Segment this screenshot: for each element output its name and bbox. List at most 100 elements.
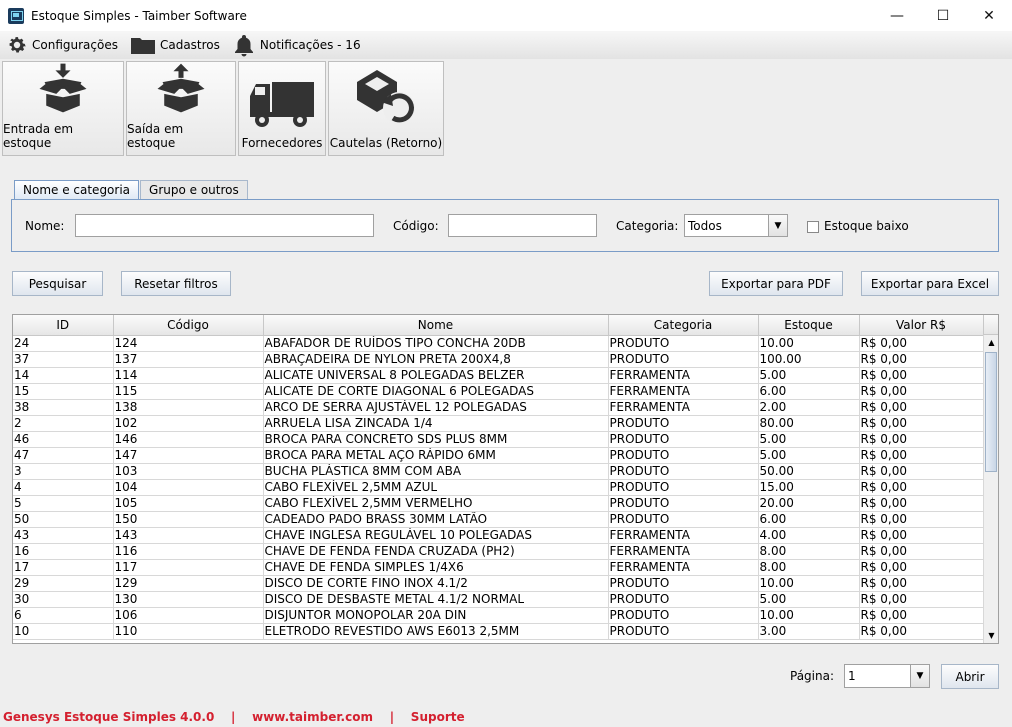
table-row[interactable]: 2 102 ARRUELA LISA ZINCADA 1/4 PRODUTO 80.00… [13, 415, 984, 432]
column-header-id[interactable]: ID [13, 315, 114, 336]
products-table: ID Código Nome Categoria Estoque Valor R… [12, 314, 999, 644]
categoria-select[interactable]: Todos ▼ [684, 214, 788, 237]
nome-input[interactable] [75, 214, 374, 237]
pesquisar-button[interactable]: Pesquisar [12, 271, 103, 296]
table-row[interactable]: 17 117 CHAVE DE FENDA SIMPLES 1/4X6 FERRAME… [13, 559, 984, 576]
cell-estoque: 8.00 [758, 543, 860, 560]
cell-valor: R$ 0,00 [859, 463, 984, 480]
table-row[interactable]: 30 130 DISCO DE DESBASTE METAL 4.1/2 NORMA… [13, 591, 984, 608]
cell-nome: CADEADO PADO BRASS 30MM LATÃO [263, 511, 609, 528]
table-row[interactable]: 10 110 ELETRODO REVESTIDO AWS E6013 2,5MM P… [13, 623, 984, 640]
cell-categoria: PRODUTO [608, 447, 759, 464]
cell-categoria: PRODUTO [608, 607, 759, 624]
cell-estoque: 6.00 [758, 511, 860, 528]
codigo-label: Código: [393, 219, 439, 233]
box-out-icon [157, 63, 205, 113]
cell-id: 2 [13, 415, 114, 432]
abrir-button[interactable]: Abrir [941, 664, 999, 689]
cell-estoque: 5.00 [758, 431, 860, 448]
cell-categoria: FERRAMENTA [608, 383, 759, 400]
cell-id: 5 [13, 495, 114, 512]
table-row[interactable]: 24 124 ABAFADOR DE RUÍDOS TIPO CONCHA 20DB… [13, 335, 984, 352]
entrada-estoque-button[interactable]: Entrada em estoque [2, 61, 124, 156]
cell-id: 14 [13, 367, 114, 384]
cell-nome: ABAFADOR DE RUÍDOS TIPO CONCHA 20DB [263, 335, 609, 352]
cell-id: 24 [13, 335, 114, 352]
table-row[interactable]: 46 146 BROCA PARA CONCRETO SDS PLUS 8MM PRO… [13, 431, 984, 448]
table-row[interactable]: 50 150 CADEADO PADO BRASS 30MM LATÃO PRODUT… [13, 511, 984, 528]
exportar-pdf-button[interactable]: Exportar para PDF [709, 271, 843, 296]
scroll-up-icon[interactable]: ▲ [984, 335, 998, 350]
column-header-valor[interactable]: Valor R$ [859, 315, 984, 336]
cell-id: 16 [13, 543, 114, 560]
scrollbar-thumb[interactable] [985, 352, 997, 472]
table-row[interactable]: 14 114 ALICATE UNIVERSAL 8 POLEGADAS BELZE… [13, 367, 984, 384]
cell-valor: R$ 0,00 [859, 591, 984, 608]
cell-categoria: PRODUTO [608, 575, 759, 592]
cell-nome: DISCO DE CORTE FINO INOX 4.1/2 [263, 575, 609, 592]
saida-estoque-button[interactable]: Saída em estoque [126, 61, 236, 156]
cell-valor: R$ 0,00 [859, 383, 984, 400]
menu-cadastros[interactable]: Cadastros [130, 35, 220, 55]
chevron-down-icon[interactable]: ▼ [910, 665, 929, 687]
menu-configuracoes[interactable]: Configurações [6, 34, 118, 56]
exportar-excel-button[interactable]: Exportar para Excel [861, 271, 999, 296]
cell-estoque: 20.00 [758, 495, 860, 512]
cell-nome: ALICATE UNIVERSAL 8 POLEGADAS BELZER [263, 367, 609, 384]
filter-panel: Nome: Código: Categoria: Todos ▼ Estoque… [11, 199, 999, 252]
tab-nome-categoria[interactable]: Nome e categoria [14, 180, 140, 199]
codigo-input[interactable] [448, 214, 597, 237]
estoque-baixo-checkbox[interactable] [807, 221, 819, 233]
cell-id: 46 [13, 431, 114, 448]
column-header-codigo[interactable]: Código [113, 315, 264, 336]
cell-valor: R$ 0,00 [859, 431, 984, 448]
table-row[interactable]: 37 137 ABRAÇADEIRA DE NYLON PRETA 200X4,8 P… [13, 351, 984, 368]
filter-tabs: Nome e categoria Grupo e outros [14, 180, 249, 199]
maximize-button[interactable]: ☐ [920, 0, 966, 31]
cell-estoque: 50.00 [758, 463, 860, 480]
table-vertical-scrollbar[interactable]: ▲ ▼ [983, 335, 998, 643]
pagina-select[interactable]: 1 ▼ [844, 664, 930, 688]
cell-estoque: 10.00 [758, 607, 860, 624]
close-button[interactable]: ✕ [966, 0, 1012, 31]
fornecedores-button[interactable]: Fornecedores [238, 61, 326, 156]
minimize-button[interactable]: — [874, 0, 920, 31]
cell-estoque: 80.00 [758, 415, 860, 432]
table-row[interactable]: 43 143 CHAVE INGLESA REGULÁVEL 10 POLEGADA… [13, 527, 984, 544]
menu-notificacoes[interactable]: Notificações - 16 [232, 33, 361, 57]
cell-categoria: PRODUTO [608, 351, 759, 368]
table-row[interactable]: 5 105 CABO FLEXÍVEL 2,5MM VERMELHO PRODUTO 2… [13, 495, 984, 512]
cell-id: 47 [13, 447, 114, 464]
cautelas-retorno-button[interactable]: Cautelas (Retorno) [328, 61, 444, 156]
box-return-icon [357, 70, 415, 124]
footer-support-link[interactable]: Suporte [411, 710, 465, 724]
table-row[interactable]: 4 104 CABO FLEXÍVEL 2,5MM AZUL PRODUTO 15.00… [13, 479, 984, 496]
scroll-down-icon[interactable]: ▼ [984, 628, 998, 643]
cell-id: 15 [13, 383, 114, 400]
column-header-categoria[interactable]: Categoria [608, 315, 759, 336]
table-row[interactable]: 15 115 ALICATE DE CORTE DIAGONAL 6 POLEGAD… [13, 383, 984, 400]
truck-icon [250, 82, 314, 127]
footer-separator: | [372, 710, 411, 724]
table-row[interactable]: 29 129 DISCO DE CORTE FINO INOX 4.1/2 PRODU… [13, 575, 984, 592]
fornecedores-label: Fornecedores [241, 136, 323, 150]
cell-estoque: 3.00 [758, 623, 860, 640]
cell-codigo: 115 [113, 383, 264, 400]
chevron-down-icon[interactable]: ▼ [768, 215, 787, 236]
resetar-filtros-button[interactable]: Resetar filtros [121, 271, 231, 296]
gear-icon [9, 37, 26, 53]
column-header-nome[interactable]: Nome [263, 315, 609, 336]
cell-codigo: 138 [113, 399, 264, 416]
table-row[interactable]: 16 116 CHAVE DE FENDA FENDA CRUZADA (PH2) F… [13, 543, 984, 560]
table-row[interactable]: 3 103 BUCHA PLÁSTICA 8MM COM ABA PRODUTO 50.… [13, 463, 984, 480]
footer-website-link[interactable]: www.taimber.com [252, 710, 373, 724]
cell-categoria: PRODUTO [608, 463, 759, 480]
table-row[interactable]: 47 147 BROCA PARA METAL AÇO RÁPIDO 6MM PROD… [13, 447, 984, 464]
table-row[interactable]: 6 106 DISJUNTOR MONOPOLAR 20A DIN PRODUTO 10… [13, 607, 984, 624]
column-header-estoque[interactable]: Estoque [758, 315, 860, 336]
table-row[interactable]: 38 138 ARCO DE SERRA AJUSTÁVEL 12 POLEGADA… [13, 399, 984, 416]
menu-notificacoes-label: Notificações - 16 [259, 38, 361, 52]
cell-id: 6 [13, 607, 114, 624]
cell-codigo: 150 [113, 511, 264, 528]
tab-grupo-outros[interactable]: Grupo e outros [140, 180, 248, 199]
